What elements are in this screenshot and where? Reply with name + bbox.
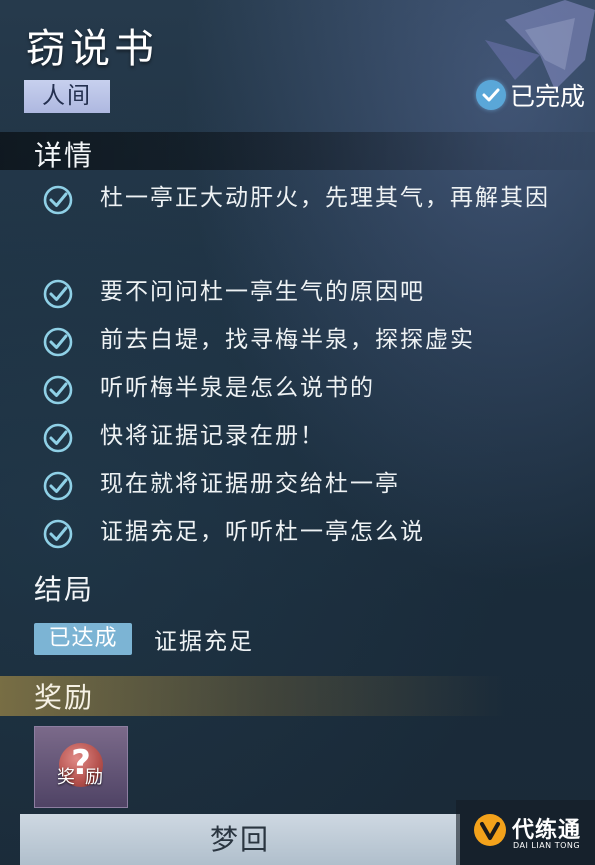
check-circle-icon xyxy=(43,185,73,215)
check-circle-icon xyxy=(43,375,73,405)
task-text: 前去白堤，找寻梅半泉，探探虚实 xyxy=(100,327,475,353)
task-text: 现在就将证据册交给杜一亭 xyxy=(100,471,400,497)
ending-text: 证据充足 xyxy=(154,629,254,655)
task-text: 听听梅半泉是怎么说书的 xyxy=(100,375,375,401)
check-circle-icon xyxy=(43,279,73,309)
task-text: 证据充足，听听杜一亭怎么说 xyxy=(100,519,425,545)
task-text: 杜一亭正大动肝火，先理其气，再解其因 xyxy=(100,185,550,211)
check-circle-icon xyxy=(43,423,73,453)
task-item: 杜一亭正大动肝火，先理其气，再解其因 xyxy=(40,180,590,274)
check-circle-icon xyxy=(43,519,73,549)
mystery-reward-icon[interactable]: ? 奖励 xyxy=(34,726,128,808)
task-item: 要不问问杜一亭生气的原因吧 xyxy=(40,274,590,322)
task-item: 证据充足，听听杜一亭怎么说 xyxy=(40,514,590,562)
brand-name-cn: 代练通 xyxy=(512,818,582,843)
task-item: 前去白堤，找寻梅半泉，探探虚实 xyxy=(40,322,590,370)
task-text: 快将证据记录在册！ xyxy=(100,423,325,449)
realm-tag: 人间 xyxy=(24,80,110,113)
watermark: 代练通 DAI LIAN TONG xyxy=(456,800,595,865)
task-item: 现在就将证据册交给杜一亭 xyxy=(40,466,590,514)
check-circle-icon xyxy=(43,327,73,357)
check-circle-icon xyxy=(43,471,73,501)
dream-replay-button[interactable]: 梦回 xyxy=(20,814,460,865)
details-heading: 详情 xyxy=(34,139,95,172)
task-list: 杜一亭正大动肝火，先理其气，再解其因 要不问问杜一亭生气的原因吧 前去白堤，找寻… xyxy=(40,180,590,562)
task-text: 要不问问杜一亭生气的原因吧 xyxy=(100,279,425,305)
task-item: 听听梅半泉是怎么说书的 xyxy=(40,370,590,418)
completed-check-icon xyxy=(475,80,506,110)
status-label: 已完成 xyxy=(509,82,585,111)
task-item: 快将证据记录在册！ xyxy=(40,418,590,466)
brand-name-en: DAI LIAN TONG xyxy=(513,841,581,850)
brand-logo-icon xyxy=(474,814,506,846)
quest-title: 窃说书 xyxy=(26,26,158,72)
ending-heading: 结局 xyxy=(34,573,95,606)
ending-row: 已达成 证据充足 xyxy=(34,622,254,656)
achieved-badge: 已达成 xyxy=(34,623,132,655)
quest-status: 已完成 xyxy=(475,77,585,113)
reward-item-label: 奖励 xyxy=(57,767,113,788)
reward-heading: 奖励 xyxy=(34,681,95,714)
